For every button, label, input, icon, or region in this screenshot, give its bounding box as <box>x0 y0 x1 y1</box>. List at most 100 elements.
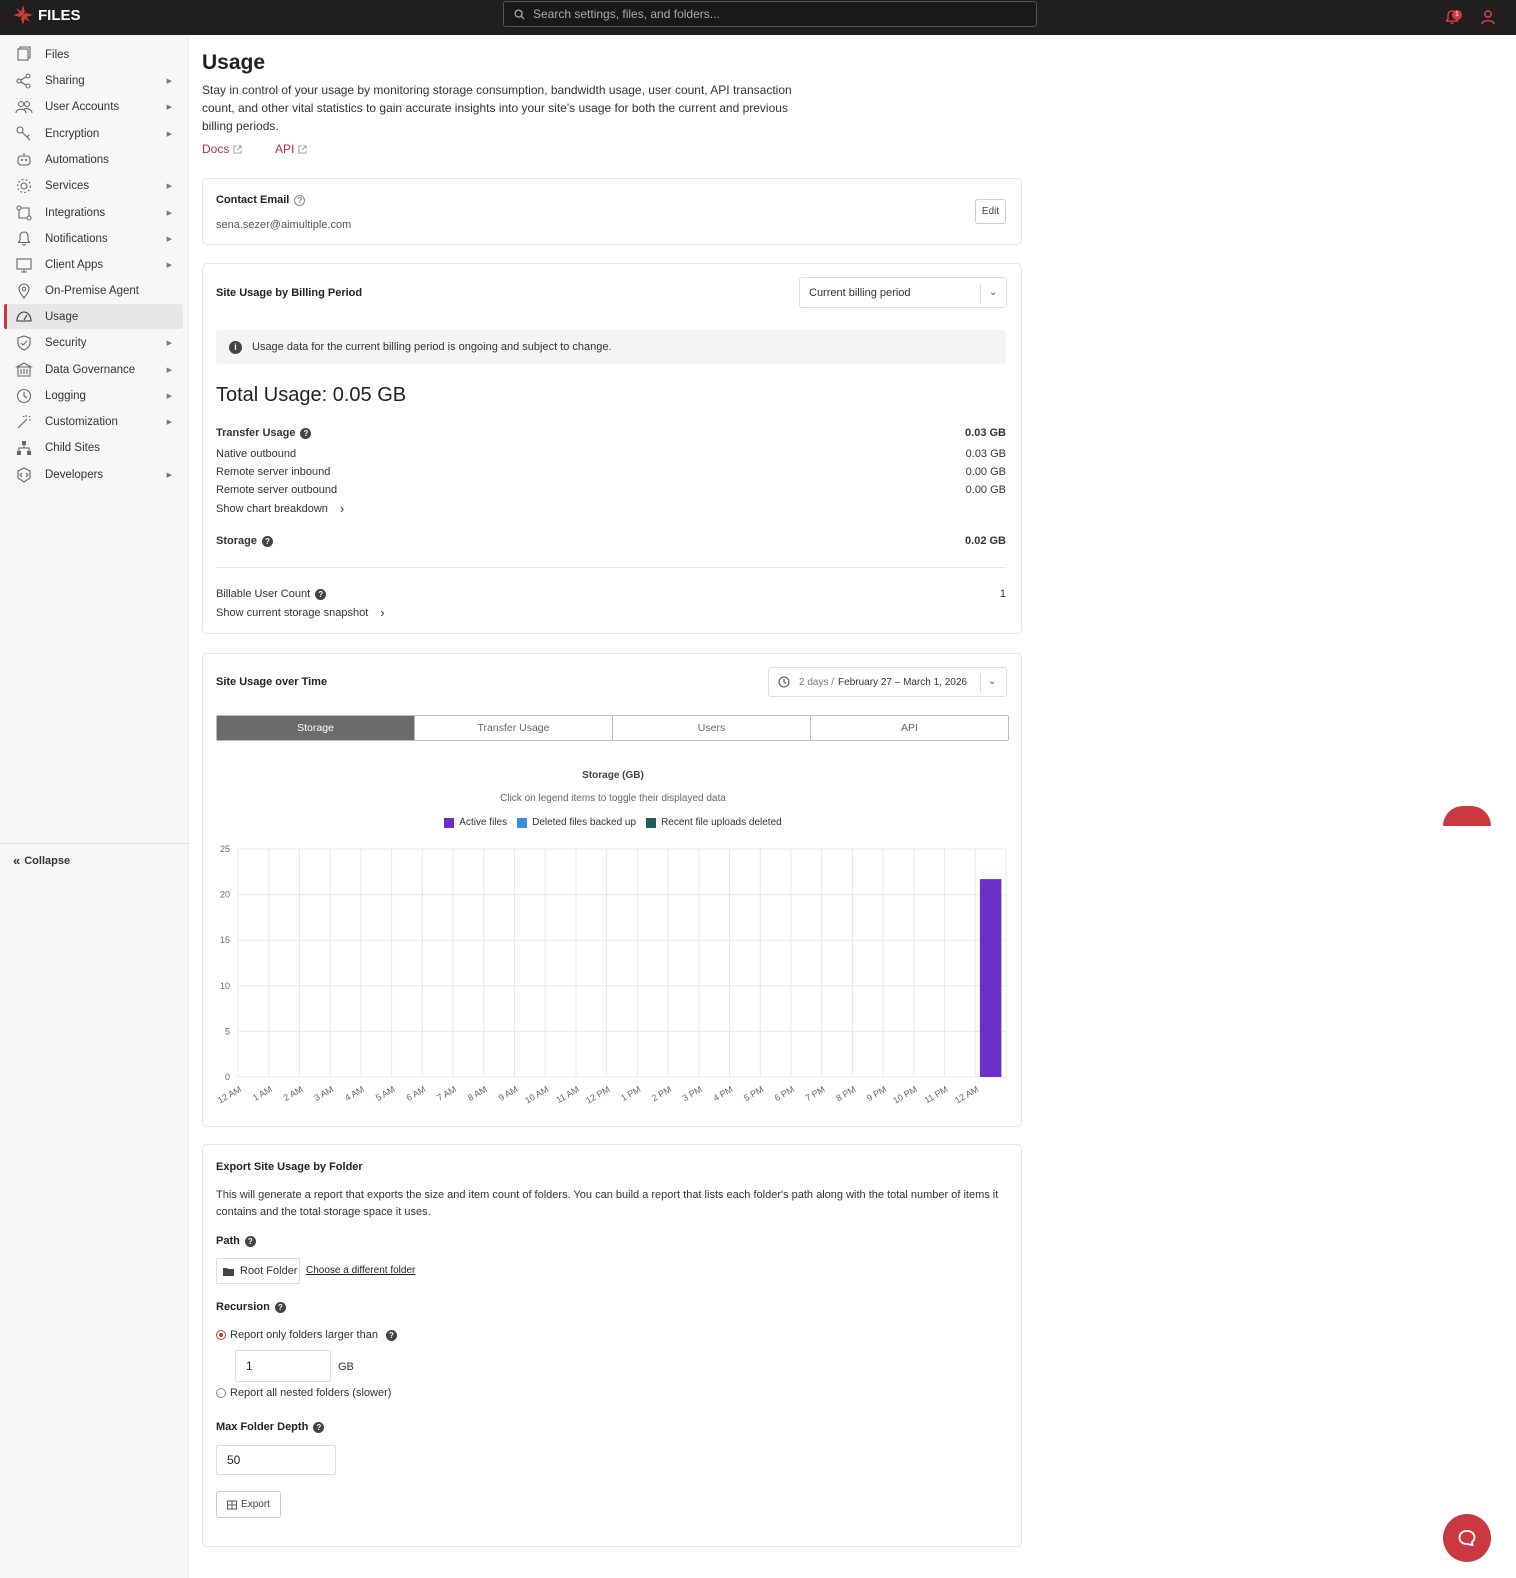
x-tick-label: 1 PM <box>619 1084 642 1103</box>
caret-right-icon: ▶ <box>166 235 172 243</box>
sidebar-item-integrations[interactable]: Integrations ▶ <box>4 200 183 225</box>
sidebar-item-customization[interactable]: Customization ▶ <box>4 409 183 434</box>
sidebar-item-label: Encryption <box>45 127 100 140</box>
x-tick-label: 11 AM <box>554 1084 581 1105</box>
help-icon[interactable]: ? <box>385 1329 397 1341</box>
x-tick-label: 6 AM <box>405 1084 428 1103</box>
sidebar-item-data-governance[interactable]: Data Governance ▶ <box>4 357 183 382</box>
chat-support-button[interactable] <box>1443 1514 1491 1562</box>
native-outbound-row: Native outbound 0.03 GB <box>216 448 1006 460</box>
clock-icon <box>15 387 33 405</box>
notification-badge: 1 <box>1452 10 1462 20</box>
top-bar: FILES 1 <box>0 0 1516 35</box>
radio-nested[interactable] <box>216 1388 226 1398</box>
sidebar-item-child-sites[interactable]: Child Sites <box>4 435 183 460</box>
chat-bubble-icon <box>1458 1530 1476 1547</box>
sidebar-item-developers[interactable]: Developers ▶ <box>4 462 183 487</box>
x-tick-label: 3 AM <box>312 1084 335 1103</box>
recursion-label: Recursion <box>216 1301 270 1313</box>
storage-snapshot-link[interactable]: Show current storage snapshot › <box>216 605 385 620</box>
sidebar-item-usage[interactable]: Usage <box>4 304 183 329</box>
x-tick-label: 5 PM <box>742 1084 765 1103</box>
chart-legend: Active files Deleted files backed up Recen… <box>203 817 1023 828</box>
option-larger-label: Report only folders larger than <box>230 1329 378 1341</box>
caret-right-icon: ▶ <box>166 77 172 85</box>
storage-label: Storage <box>216 535 257 547</box>
remote-outbound-value: 0.00 GB <box>965 484 1006 496</box>
sidebar-item-sharing[interactable]: Sharing ▶ <box>4 68 183 93</box>
recursion-label-row: Recursion ? <box>216 1301 286 1313</box>
external-link-icon <box>233 144 242 154</box>
max-depth-input[interactable]: 50 <box>216 1445 336 1475</box>
chart-breakdown-link[interactable]: Show chart breakdown › <box>216 501 344 516</box>
transfer-usage-row: Transfer Usage? 0.03 GB <box>216 427 1006 439</box>
depth-label: Max Folder Depth <box>216 1421 309 1433</box>
x-tick-label: 2 AM <box>282 1084 305 1103</box>
sidebar-item-encryption[interactable]: Encryption ▶ <box>4 121 183 146</box>
size-threshold-input[interactable]: 1 <box>235 1350 331 1382</box>
root-folder-chip[interactable]: Root Folder <box>216 1258 300 1284</box>
date-range-select[interactable]: 2 days / February 27 – March 1, 2026 ⌄ <box>768 667 1007 697</box>
files-logo[interactable]: FILES <box>12 4 81 26</box>
x-tick-label: 8 AM <box>466 1084 489 1103</box>
sidebar-item-notifications[interactable]: Notifications ▶ <box>4 226 183 251</box>
option-nested-label: Report all nested folders (slower) <box>230 1387 392 1399</box>
choose-folder-link[interactable]: Choose a different folder <box>306 1265 415 1276</box>
radio-larger[interactable] <box>216 1330 226 1340</box>
files-icon <box>15 45 33 64</box>
api-link[interactable]: API <box>275 142 307 156</box>
sidebar-item-user-accounts[interactable]: User Accounts ▶ <box>4 94 183 119</box>
export-button[interactable]: Export <box>216 1491 281 1518</box>
sidebar-item-security[interactable]: Security ▶ <box>4 330 183 355</box>
sidebar-item-services[interactable]: Services ▶ <box>4 173 183 198</box>
help-icon[interactable]: ? <box>274 1301 286 1313</box>
native-outbound-label: Native outbound <box>216 448 297 460</box>
help-icon[interactable]: ? <box>261 535 273 547</box>
legend-label: Deleted files backed up <box>532 817 637 828</box>
option-larger-row[interactable]: Report only folders larger than ? <box>216 1329 397 1341</box>
chart-hint: Click on legend items to toggle their di… <box>500 793 726 804</box>
chart-title: Storage (GB) <box>582 770 644 781</box>
help-icon[interactable]: ? <box>300 427 312 439</box>
sidebar-item-automations[interactable]: Automations <box>4 147 183 172</box>
sidebar-item-label: Client Apps <box>45 258 104 271</box>
caret-right-icon: ▶ <box>166 366 172 374</box>
tab-storage[interactable]: Storage <box>217 716 415 740</box>
collapse-button[interactable]: « Collapse <box>13 853 70 868</box>
sidebar-item-files[interactable]: Files <box>4 42 183 67</box>
x-tick-label: 12 AM <box>216 1084 243 1105</box>
legend-item[interactable]: Deleted files backed up <box>517 817 636 828</box>
edit-button[interactable]: Edit <box>975 199 1006 224</box>
files-logo-icon <box>13 5 33 25</box>
native-outbound-value: 0.03 GB <box>965 448 1006 460</box>
docs-link-label: Docs <box>202 142 230 156</box>
share-icon <box>15 72 33 90</box>
help-icon[interactable]: ? <box>294 194 306 206</box>
help-icon[interactable]: ? <box>313 1421 325 1433</box>
sidebar-item-on-premise-agent[interactable]: On-Premise Agent <box>4 278 183 303</box>
export-description: This will generate a report that exports… <box>216 1189 999 1218</box>
search-box[interactable] <box>503 1 1037 27</box>
notifications-button[interactable]: 1 <box>1441 6 1463 28</box>
sidebar-item-logging[interactable]: Logging ▶ <box>4 383 183 408</box>
legend-label: Active files <box>459 817 508 828</box>
contact-email-title: Contact Email ? <box>216 194 306 206</box>
remote-inbound-value: 0.00 GB <box>965 466 1006 478</box>
bell-icon <box>15 230 33 248</box>
tab-transfer-usage[interactable]: Transfer Usage <box>415 716 613 740</box>
chat-button-partial[interactable] <box>1443 806 1491 826</box>
legend-item[interactable]: Active files <box>444 817 507 828</box>
search-input[interactable] <box>533 7 1013 21</box>
help-icon[interactable]: ? <box>315 588 327 600</box>
billing-period-select[interactable]: Current billing period ⌄ <box>799 277 1007 308</box>
tab-api[interactable]: API <box>811 716 1008 740</box>
help-icon[interactable]: ? <box>244 1235 256 1247</box>
user-menu-button[interactable] <box>1477 6 1499 28</box>
legend-item[interactable]: Recent file uploads deleted <box>646 817 782 828</box>
option-nested-row[interactable]: Report all nested folders (slower) <box>216 1387 391 1399</box>
sidebar-item-client-apps[interactable]: Client Apps ▶ <box>4 252 183 277</box>
tab-users[interactable]: Users <box>613 716 811 740</box>
x-tick-label: 9 AM <box>497 1084 520 1103</box>
docs-link[interactable]: Docs <box>202 142 242 156</box>
select-divider <box>980 284 981 303</box>
